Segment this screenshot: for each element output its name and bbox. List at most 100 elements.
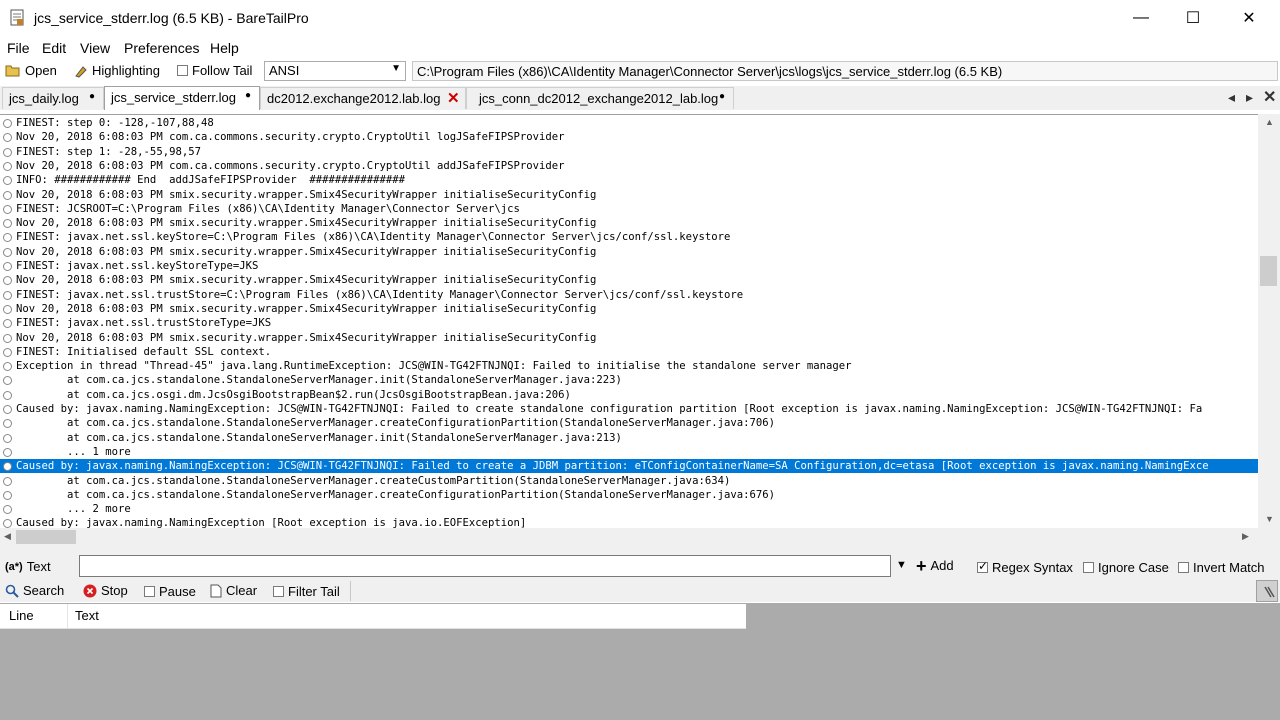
- bookmark-icon[interactable]: [3, 390, 12, 400]
- bookmark-icon[interactable]: [3, 147, 12, 157]
- resize-grip[interactable]: [1256, 580, 1278, 602]
- pause-checkbox[interactable]: Pause: [144, 584, 196, 599]
- bookmark-icon[interactable]: [3, 233, 12, 243]
- bookmark-icon[interactable]: [3, 405, 12, 414]
- search-history-dropdown[interactable]: ▼: [896, 559, 907, 571]
- close-tab-icon[interactable]: ✕: [1263, 87, 1276, 107]
- regex-syntax-checkbox[interactable]: Regex Syntax: [977, 559, 1073, 575]
- bookmark-icon[interactable]: [3, 376, 12, 386]
- log-line[interactable]: Nov 20, 2018 6:08:03 PM com.ca.commons.s…: [0, 159, 1258, 173]
- scroll-up-icon[interactable]: ▲: [1265, 117, 1274, 127]
- tab-jcs-daily[interactable]: jcs_daily.log ●: [2, 87, 104, 109]
- filter-tail-check[interactable]: [273, 586, 284, 597]
- log-line[interactable]: Nov 20, 2018 6:08:03 PM smix.security.wr…: [0, 216, 1258, 230]
- bookmark-icon[interactable]: [3, 219, 12, 229]
- vertical-scrollbar[interactable]: ▲ ▼: [1258, 114, 1280, 528]
- tab-dc2012-exchange[interactable]: dc2012.exchange2012.lab.log ✕: [260, 87, 466, 109]
- log-line[interactable]: at com.ca.jcs.standalone.StandaloneServe…: [0, 488, 1258, 502]
- regex-check[interactable]: [977, 559, 988, 573]
- menu-preferences[interactable]: Preferences: [124, 40, 199, 56]
- add-button[interactable]: + Add: [916, 557, 954, 575]
- log-line[interactable]: Nov 20, 2018 6:08:03 PM smix.security.wr…: [0, 245, 1258, 259]
- log-line[interactable]: Nov 20, 2018 6:08:03 PM smix.security.wr…: [0, 188, 1258, 202]
- ignore-case-check[interactable]: [1083, 562, 1094, 573]
- tab-scroll-left-icon[interactable]: ◂: [1228, 89, 1235, 106]
- log-line[interactable]: at com.ca.jcs.standalone.StandaloneServe…: [0, 416, 1258, 430]
- log-line[interactable]: ... 2 more: [0, 502, 1258, 516]
- log-view[interactable]: FINEST: step 0: -128,-107,88,48 Nov 20, 2…: [0, 114, 1258, 529]
- follow-tail-check[interactable]: [177, 65, 188, 76]
- column-text[interactable]: Text: [75, 608, 99, 623]
- bookmark-icon[interactable]: [3, 462, 12, 472]
- filter-tail-checkbox[interactable]: Filter Tail: [273, 584, 340, 599]
- tab-close-icon[interactable]: ●: [719, 91, 725, 102]
- bookmark-icon[interactable]: [3, 204, 12, 214]
- bookmark-icon[interactable]: [3, 176, 12, 186]
- log-line[interactable]: FINEST: step 0: -128,-107,88,48: [0, 116, 1258, 130]
- log-line[interactable]: at com.ca.jcs.standalone.StandaloneServe…: [0, 431, 1258, 445]
- bookmark-icon[interactable]: [3, 447, 12, 457]
- maximize-button[interactable]: ☐: [1170, 0, 1216, 36]
- tab-jcs-service-stderr[interactable]: jcs_service_stderr.log ●: [104, 86, 260, 110]
- log-line[interactable]: Nov 20, 2018 6:08:03 PM com.ca.commons.s…: [0, 130, 1258, 144]
- column-line[interactable]: Line: [9, 608, 34, 623]
- search-button[interactable]: Search: [5, 583, 64, 598]
- menu-view[interactable]: View: [80, 40, 110, 56]
- clear-button[interactable]: Clear: [210, 583, 257, 598]
- log-line[interactable]: FINEST: JCSROOT=C:\Program Files (x86)\C…: [0, 202, 1258, 216]
- bookmark-icon[interactable]: [3, 262, 12, 271]
- log-line[interactable]: at com.ca.jcs.standalone.StandaloneServe…: [0, 373, 1258, 387]
- vertical-scroll-thumb[interactable]: [1260, 256, 1277, 286]
- bookmark-icon[interactable]: [3, 190, 12, 200]
- scroll-left-icon[interactable]: ◀: [4, 531, 11, 542]
- log-line[interactable]: INFO: ############ End addJSafeFIPSProvi…: [0, 173, 1258, 187]
- bookmark-icon[interactable]: [3, 419, 12, 429]
- bookmark-icon[interactable]: [3, 362, 12, 372]
- log-line[interactable]: Nov 20, 2018 6:08:03 PM smix.security.wr…: [0, 331, 1258, 345]
- bookmark-icon[interactable]: [3, 490, 12, 500]
- search-input[interactable]: [79, 555, 891, 577]
- tab-close-red-icon[interactable]: ✕: [447, 89, 460, 107]
- highlighting-button[interactable]: Highlighting: [74, 63, 160, 78]
- log-line[interactable]: Nov 20, 2018 6:08:03 PM smix.security.wr…: [0, 302, 1258, 316]
- tab-scroll-right-icon[interactable]: ▸: [1246, 89, 1253, 106]
- horizontal-scrollbar[interactable]: ◀ ▶: [0, 528, 1258, 546]
- bookmark-icon[interactable]: [3, 304, 12, 314]
- horizontal-scroll-thumb[interactable]: [16, 530, 76, 544]
- log-line[interactable]: Caused by: javax.naming.NamingException:…: [0, 402, 1258, 416]
- follow-tail-checkbox[interactable]: Follow Tail: [177, 63, 252, 78]
- log-line[interactable]: ... 1 more: [0, 445, 1258, 459]
- log-line[interactable]: FINEST: javax.net.ssl.keyStoreType=JKS: [0, 259, 1258, 273]
- bookmark-icon[interactable]: [3, 433, 12, 443]
- bookmark-icon[interactable]: [3, 133, 12, 143]
- log-line[interactable]: FINEST: step 1: -28,-55,98,57: [0, 145, 1258, 159]
- tab-close-icon[interactable]: ●: [89, 91, 95, 102]
- ignore-case-checkbox[interactable]: Ignore Case: [1083, 560, 1169, 575]
- log-line[interactable]: at com.ca.jcs.standalone.StandaloneServe…: [0, 474, 1258, 488]
- bookmark-icon[interactable]: [3, 319, 12, 329]
- close-button[interactable]: ✕: [1226, 0, 1272, 36]
- log-line[interactable]: FINEST: javax.net.ssl.trustStore=C:\Prog…: [0, 288, 1258, 302]
- log-line[interactable]: Caused by: javax.naming.NamingException:…: [0, 459, 1258, 474]
- pause-check[interactable]: [144, 586, 155, 597]
- menu-edit[interactable]: Edit: [42, 40, 66, 56]
- log-line[interactable]: Nov 20, 2018 6:08:03 PM smix.security.wr…: [0, 273, 1258, 287]
- scroll-down-icon[interactable]: ▼: [1265, 514, 1274, 524]
- bookmark-icon[interactable]: [3, 290, 12, 300]
- splitter[interactable]: [0, 546, 1280, 554]
- open-button[interactable]: Open: [5, 63, 57, 78]
- bookmark-icon[interactable]: [3, 347, 12, 357]
- bookmark-icon[interactable]: [3, 476, 12, 486]
- stop-button[interactable]: Stop: [83, 583, 128, 598]
- scroll-right-icon[interactable]: ▶: [1242, 531, 1249, 542]
- menu-help[interactable]: Help: [210, 40, 239, 56]
- tab-close-icon[interactable]: ●: [245, 90, 251, 101]
- search-mode-button[interactable]: (a*) Text: [5, 559, 51, 574]
- log-line[interactable]: at com.ca.jcs.osgi.dm.JcsOsgiBootstrapBe…: [0, 388, 1258, 402]
- bookmark-icon[interactable]: [3, 119, 12, 128]
- tab-jcs-conn[interactable]: jcs_conn_dc2012_exchange2012_lab.log ●: [466, 87, 734, 109]
- bookmark-icon[interactable]: [3, 276, 12, 286]
- encoding-select[interactable]: ANSI ▼: [264, 61, 406, 81]
- log-line[interactable]: FINEST: javax.net.ssl.trustStoreType=JKS: [0, 316, 1258, 330]
- bookmark-icon[interactable]: [3, 505, 12, 515]
